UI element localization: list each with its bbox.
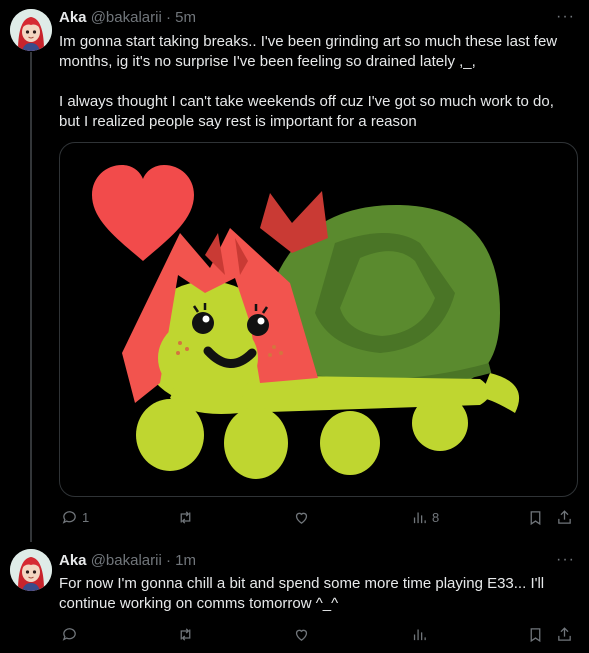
tweet-text: Im gonna start taking breaks.. I've been…: [59, 32, 574, 132]
user-handle[interactable]: @bakalarii: [91, 552, 162, 569]
tweet-header: Aka @bakalarii · 1m: [59, 552, 196, 569]
avatar[interactable]: [10, 9, 52, 51]
turtle-emoji-illustration: [92, 165, 520, 479]
share-button[interactable]: [556, 626, 573, 643]
tweet-text-line: Im gonna start taking breaks.. I've been…: [59, 33, 558, 50]
bookmark-icon: [530, 511, 541, 526]
user-handle[interactable]: @bakalarii: [91, 9, 162, 26]
retweet-icon: [180, 628, 191, 641]
tweet-text-line: continue working on comms tomorrow ^_^: [59, 595, 339, 612]
reply-button[interactable]: 1: [61, 509, 89, 526]
views-icon: [413, 629, 426, 641]
views-button[interactable]: [411, 626, 428, 643]
tweet-header: Aka @bakalarii · 5m: [59, 9, 196, 26]
display-name[interactable]: Aka: [59, 9, 87, 26]
bookmark-button[interactable]: [527, 626, 544, 643]
tweet-text: For now I'm gonna chill a bit and spend …: [59, 574, 574, 614]
separator-dot: ·: [165, 9, 171, 26]
retweet-button[interactable]: [177, 509, 194, 526]
views-icon: [413, 512, 426, 524]
tweet-1[interactable]: Aka @bakalarii · 5m ··· Im gonna start t…: [0, 0, 589, 540]
share-icon: [558, 510, 571, 524]
share-button[interactable]: [556, 509, 573, 526]
like-icon: [295, 512, 308, 524]
display-name[interactable]: Aka: [59, 552, 87, 569]
avatar[interactable]: [10, 549, 52, 591]
timestamp[interactable]: 5m: [175, 9, 196, 26]
tweet-media-image[interactable]: [59, 142, 578, 497]
reply-icon: [62, 628, 76, 641]
tweet-text-line: but I realized people say rest is import…: [59, 113, 417, 130]
reply-button[interactable]: [61, 626, 78, 643]
bookmark-icon: [530, 628, 541, 643]
share-icon: [558, 627, 571, 641]
tweet-text-line: For now I'm gonna chill a bit and spend …: [59, 575, 545, 592]
reply-count: 1: [82, 510, 90, 525]
like-button[interactable]: [293, 626, 310, 643]
bookmark-button[interactable]: [527, 509, 544, 526]
views-count: 8: [432, 510, 440, 525]
avatar-image: [10, 9, 52, 51]
more-options-icon[interactable]: ···: [556, 8, 575, 26]
avatar-image: [10, 549, 52, 591]
more-options-icon[interactable]: ···: [556, 551, 575, 569]
views-button[interactable]: 8: [411, 509, 439, 526]
tweet-2[interactable]: Aka @bakalarii · 1m ··· For now I'm gonn…: [0, 540, 589, 653]
tweet-actions: [59, 626, 579, 646]
tweet-actions: 1 8: [59, 509, 579, 529]
reply-icon: [62, 511, 76, 524]
retweet-button[interactable]: [177, 626, 194, 643]
like-button[interactable]: [293, 509, 310, 526]
tweet-text-line: I always thought I can't take weekends o…: [59, 93, 554, 110]
separator-dot: ·: [165, 552, 171, 569]
timestamp[interactable]: 1m: [175, 552, 196, 569]
like-icon: [295, 629, 308, 641]
retweet-icon: [180, 511, 191, 524]
tweet-text-line: months, ig it's no surprise I've been fe…: [59, 53, 476, 70]
